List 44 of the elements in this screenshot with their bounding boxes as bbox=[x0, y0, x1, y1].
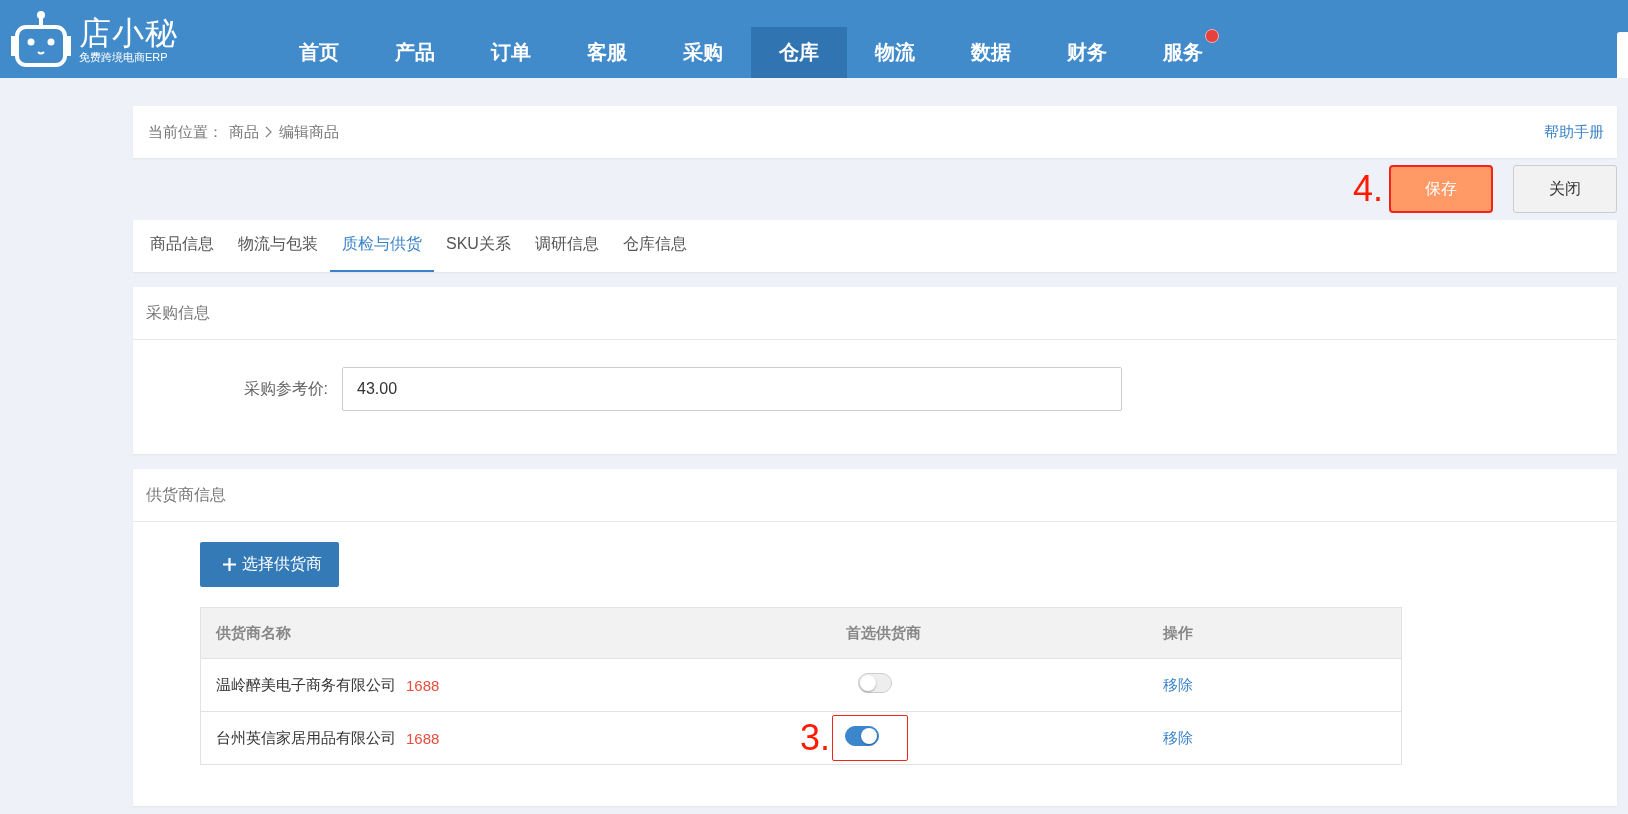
supplier-name: 台州英信家居用品有限公司 bbox=[216, 728, 396, 748]
nav-item[interactable]: 仓库 bbox=[751, 27, 847, 78]
column-header: 首选供货商 bbox=[845, 623, 922, 643]
plus-icon bbox=[223, 558, 236, 571]
column-header: 供货商名称 bbox=[214, 623, 292, 643]
nav-item[interactable]: 首页 bbox=[271, 27, 367, 78]
column-header: 操作 bbox=[1162, 623, 1194, 643]
breadcrumb-item[interactable]: 商品 bbox=[229, 122, 259, 142]
nav-item[interactable]: 服务 bbox=[1135, 27, 1231, 78]
field-label: 采购参考价: bbox=[242, 378, 329, 399]
tab[interactable]: 仓库信息 bbox=[610, 220, 699, 272]
nav-item[interactable]: 物流 bbox=[847, 27, 943, 78]
breadcrumb-item: 编辑商品 bbox=[279, 122, 339, 142]
platform-tag: 1688 bbox=[406, 676, 440, 694]
tab[interactable]: SKU关系 bbox=[434, 220, 523, 272]
remove-link[interactable]: 移除 bbox=[1163, 675, 1193, 695]
nav-item[interactable]: 客服 bbox=[559, 27, 655, 78]
platform-tag: 1688 bbox=[406, 729, 440, 747]
nav-item[interactable]: 订单 bbox=[463, 27, 559, 78]
annotation-number: 3. bbox=[800, 720, 831, 756]
logo-tagline: 免费跨境电商ERP bbox=[79, 50, 169, 64]
toggle-switch[interactable] bbox=[858, 673, 892, 693]
tab[interactable]: 物流与包装 bbox=[226, 220, 330, 272]
select-supplier-button[interactable]: 选择供货商 bbox=[200, 542, 339, 587]
tab[interactable]: 质检与供货 bbox=[330, 220, 434, 272]
panel-title: 采购信息 bbox=[133, 287, 1617, 340]
nav-item[interactable]: 产品 bbox=[367, 27, 463, 78]
nav-item[interactable]: 财务 bbox=[1039, 27, 1135, 78]
tab[interactable]: 调研信息 bbox=[522, 220, 611, 272]
breadcrumb-label: 当前位置： bbox=[148, 122, 223, 142]
annotation-number: 4. bbox=[1352, 171, 1383, 207]
price-input-field[interactable]: 43.00 bbox=[342, 367, 1122, 411]
panel-title: 供货商信息 bbox=[133, 469, 1617, 522]
logo-name: 店小秘 bbox=[79, 14, 178, 51]
help-link[interactable]: 帮助手册 bbox=[1544, 122, 1604, 142]
tab[interactable]: 商品信息 bbox=[138, 220, 226, 272]
remove-link[interactable]: 移除 bbox=[1163, 728, 1193, 748]
robot-logo-icon bbox=[9, 10, 73, 68]
supplier-name: 温岭醉美电子商务有限公司 bbox=[216, 675, 396, 695]
nav-item[interactable]: 采购 bbox=[655, 27, 751, 78]
toggle-switch[interactable] bbox=[845, 726, 880, 746]
chevron-icon bbox=[265, 126, 273, 138]
close-button[interactable]: 关闭 bbox=[1513, 165, 1617, 213]
nav-item[interactable]: 数据 bbox=[943, 27, 1039, 78]
